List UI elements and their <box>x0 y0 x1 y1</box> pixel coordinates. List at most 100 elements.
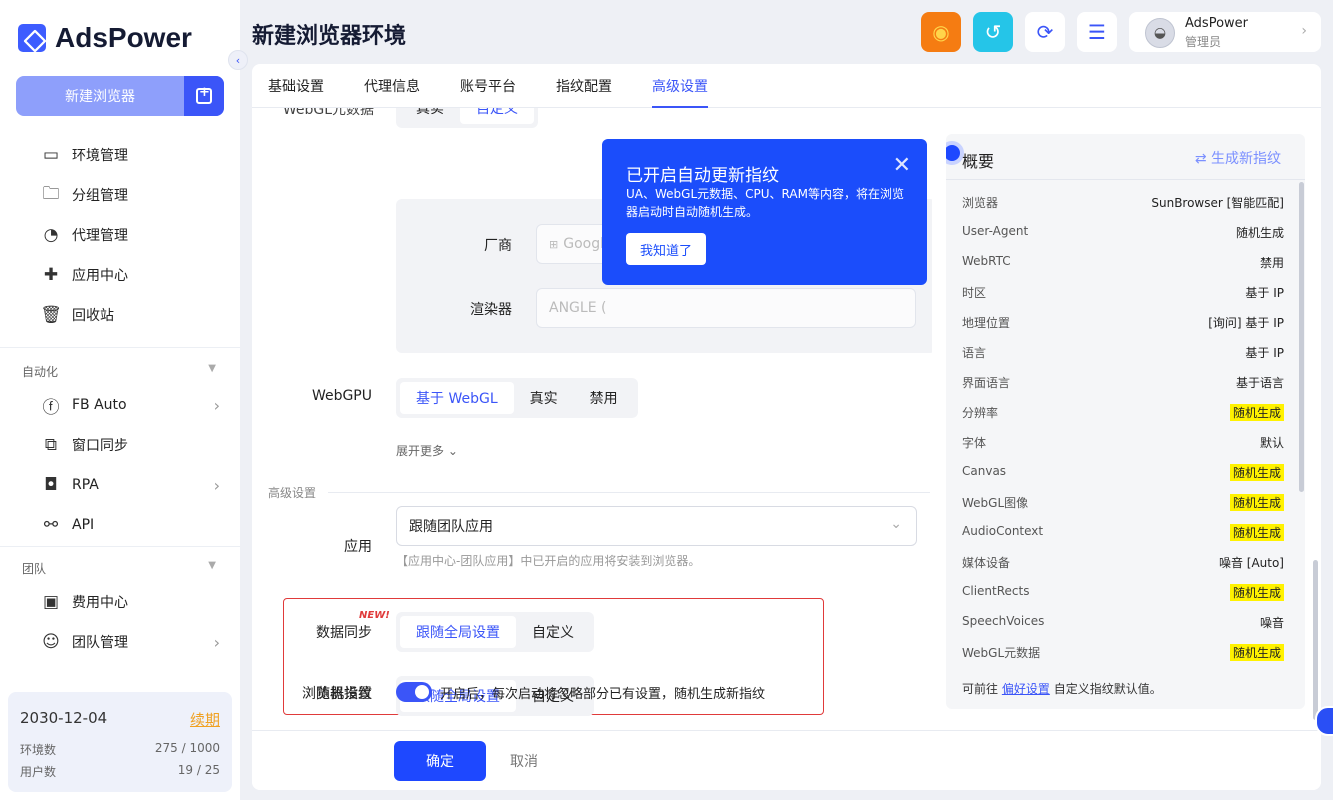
tab-advanced[interactable]: 高级设置 <box>652 76 708 96</box>
renew-link[interactable]: 续期 <box>190 709 220 730</box>
chevron-down-icon: ▼ <box>208 560 216 571</box>
webgl-meta-label: WebGL元数据 <box>282 108 374 118</box>
overview-row-value: 随机生成 <box>1229 494 1284 511</box>
sidebar-item-app-center[interactable]: ✚ 应用中心 <box>40 263 220 287</box>
tab-account[interactable]: 账号平台 <box>460 76 516 96</box>
section-title: 自动化 <box>22 365 59 379</box>
tab-basic[interactable]: 基础设置 <box>268 76 324 96</box>
env-count-value: 275 / 1000 <box>154 741 220 755</box>
main-panel: 基础设置 代理信息 账号平台 指纹配置 高级设置 WebGL元数据 真实 自定义… <box>252 64 1321 790</box>
overview-row: WebRTC 禁用 <box>962 254 1284 271</box>
chevron-down-icon: ⌄ <box>890 516 902 532</box>
webgpu-option-disable[interactable]: 禁用 <box>574 382 634 414</box>
overview-row: SpeechVoices 噪音 <box>962 614 1284 631</box>
popup-body: UA、WebGL元数据、CPU、RAM等内容，将在浏览器启动时自动随机生成。 <box>626 187 904 219</box>
shuffle-icon: ⇄ <box>1194 151 1207 167</box>
overview-row-key: User-Agent <box>962 224 1029 238</box>
overview-scrollbar[interactable] <box>1299 182 1304 492</box>
tab-proxy[interactable]: 代理信息 <box>364 76 420 96</box>
trash-icon: 🗑 <box>40 305 62 325</box>
overview-row-key: Canvas <box>962 464 1007 478</box>
sidebar-item-env[interactable]: ▭ 环境管理 <box>40 143 220 167</box>
user-menu[interactable]: ◒ AdsPower 管理员 › <box>1129 12 1321 52</box>
close-icon[interactable]: ✕ <box>893 153 911 178</box>
sidebar-item-label: 应用中心 <box>72 268 128 284</box>
webgpu-option-real[interactable]: 真实 <box>514 382 574 414</box>
sync-upload-icon[interactable]: ⟳ <box>1025 12 1065 52</box>
app-select[interactable]: 跟随团队应用 ⌄ <box>396 506 917 546</box>
cancel-button[interactable]: 取消 <box>510 751 538 771</box>
overview-row-value: 随机生成 <box>1235 226 1284 240</box>
sidebar: AdsPower 新建浏览器 ▭ 环境管理 🗀 分组管理 ◔ 代理管理 ✚ 应用… <box>0 0 240 800</box>
sidebar-item-window-sync[interactable]: ⧉ 窗口同步 <box>40 433 220 457</box>
webgpu-option-webgl[interactable]: 基于 WebGL <box>400 382 514 414</box>
expand-more-link[interactable]: 展开更多 ⌄ <box>396 442 458 459</box>
sidebar-item-billing[interactable]: ▣ 费用中心 <box>40 590 220 614</box>
footer-prefix: 可前往 <box>962 682 999 696</box>
team-section-toggle[interactable]: 团队 ▼ <box>22 560 216 577</box>
robot-icon: ◘ <box>44 475 58 495</box>
sidebar-item-proxy[interactable]: ◔ 代理管理 <box>40 223 220 247</box>
overview-row-key: 语言 <box>962 346 987 360</box>
webgl-meta-segment: 真实 自定义 <box>396 108 538 128</box>
confirm-button[interactable]: 确定 <box>394 741 486 781</box>
new-browser-button[interactable]: 新建浏览器 <box>16 76 184 116</box>
preferences-link[interactable]: 偏好设置 <box>1002 682 1050 696</box>
support-float-button[interactable] <box>1315 706 1333 736</box>
sidebar-item-rpa[interactable]: ◘ RPA › <box>40 473 220 497</box>
user-role: 管理员 <box>1185 35 1222 49</box>
coin-reward-icon[interactable]: ◉ <box>921 12 961 52</box>
chevron-right-icon: › <box>213 395 220 415</box>
puzzle-icon: ✚ <box>43 265 59 285</box>
random-fingerprint-desc: 开启后，每次启动将忽略部分已有设置，随机生成新指纹 <box>440 687 766 702</box>
overview-panel: 概要 ⇄ 生成新指纹 浏览器 SunBrowser [智能匹配] User-Agen… <box>946 134 1305 709</box>
overview-row-value: 基于 IP <box>1245 346 1284 360</box>
vendor-label: 厂商 <box>484 238 512 254</box>
generate-label: 生成新指纹 <box>1211 151 1281 167</box>
overview-row-value: 基于语言 <box>1235 376 1284 390</box>
plan-card: 2030-12-04 续期 环境数 275 / 1000 用户数 19 / 25 <box>8 692 232 792</box>
random-fingerprint-label: 随机指纹 <box>316 686 372 702</box>
webgpu-label: WebGPU <box>311 388 372 404</box>
footer-suffix: 自定义指纹默认值。 <box>1053 682 1162 696</box>
overview-row-key: 时区 <box>962 286 987 300</box>
task-list-icon[interactable]: ☰ <box>1077 12 1117 52</box>
divider <box>0 546 240 547</box>
overview-row: AudioContext 随机生成 <box>962 524 1284 541</box>
generate-fingerprint-button[interactable]: ⇄ 生成新指纹 <box>1195 148 1281 168</box>
logo-text: AdsPower <box>55 22 192 53</box>
sidebar-item-fb-auto[interactable]: ⓕ FB Auto › <box>40 393 221 418</box>
page-title: 新建浏览器环境 <box>252 24 407 49</box>
page-scrollbar[interactable] <box>1313 560 1318 720</box>
chevron-left-icon: ‹ <box>235 53 241 67</box>
refresh-bot-icon[interactable]: ↺ <box>973 12 1013 52</box>
sidebar-item-label: 费用中心 <box>72 595 128 611</box>
automation-section-toggle[interactable]: 自动化 ▼ <box>22 363 216 380</box>
sidebar-item-api[interactable]: ⚯ API <box>40 513 220 537</box>
overview-row-key: 字体 <box>962 436 987 450</box>
webgl-meta-option-custom[interactable]: 自定义 <box>460 108 534 124</box>
new-browser-button-group: 新建浏览器 <box>16 76 224 116</box>
section-title: 高级设置 <box>268 486 317 500</box>
webgl-meta-option-real[interactable]: 真实 <box>400 108 460 124</box>
random-fingerprint-toggle[interactable] <box>396 682 432 702</box>
user-count-value: 19 / 25 <box>177 763 220 777</box>
sidebar-item-groups[interactable]: 🗀 分组管理 <box>40 183 220 207</box>
logo[interactable]: AdsPower <box>18 22 192 54</box>
overview-row: Canvas 随机生成 <box>962 464 1284 481</box>
collapse-sidebar-button[interactable]: ‹ <box>228 50 248 70</box>
popup-title: 已开启自动更新指纹 <box>626 166 779 186</box>
wallet-icon: ▣ <box>42 592 60 612</box>
renderer-field[interactable]: ANGLE ( <box>536 288 916 328</box>
overview-row-value: 随机生成 <box>1229 524 1284 541</box>
popup-ok-button[interactable]: 我知道了 <box>626 233 706 265</box>
batch-add-button[interactable] <box>184 76 224 116</box>
overview-row-key: AudioContext <box>962 524 1044 538</box>
overview-row-key: WebGL元数据 <box>962 646 1041 660</box>
sidebar-item-team[interactable]: ☺ 团队管理 › <box>40 630 220 654</box>
auto-update-popup: 已开启自动更新指纹 ✕ UA、WebGL元数据、CPU、RAM等内容，将在浏览器… <box>602 139 927 285</box>
chevron-right-icon: › <box>1301 23 1307 39</box>
tab-fingerprint[interactable]: 指纹配置 <box>556 76 612 96</box>
overview-row: 时区 基于 IP <box>962 284 1284 301</box>
sidebar-item-trash[interactable]: 🗑 回收站 <box>40 303 220 327</box>
